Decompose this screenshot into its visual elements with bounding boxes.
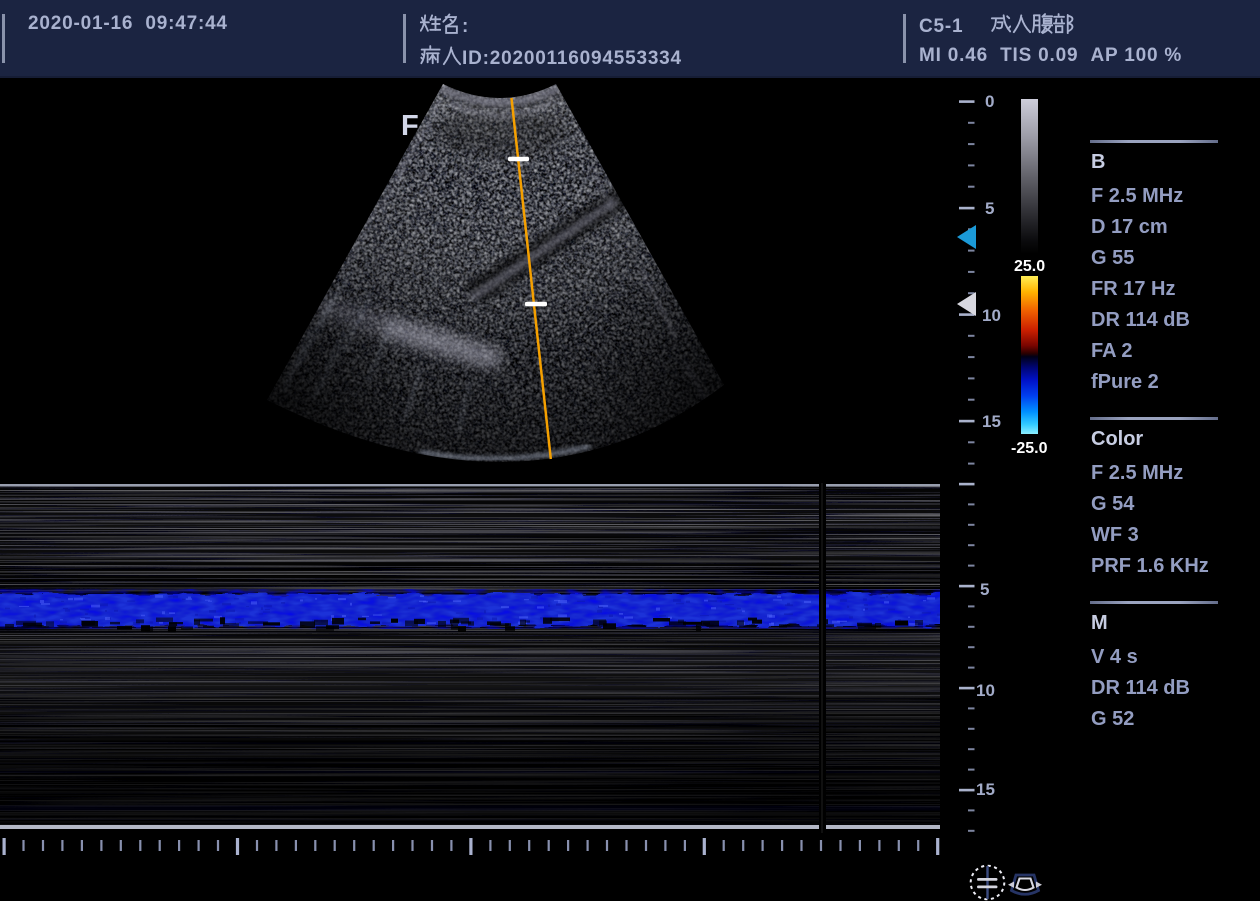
svg-text:F: F [401,110,419,142]
